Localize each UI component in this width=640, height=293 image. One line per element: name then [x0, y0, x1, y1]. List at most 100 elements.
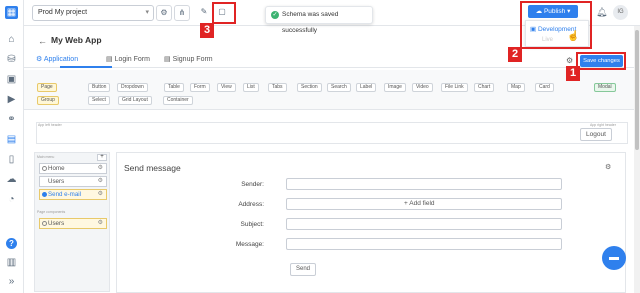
annotation-box-1 — [576, 52, 626, 70]
side-menu-heading: Main menu — [37, 155, 55, 159]
annotation-label-1: 1 — [566, 66, 580, 81]
palette-item[interactable]: Table — [164, 83, 184, 92]
component-users[interactable]: Users ⚙ — [39, 218, 107, 229]
help-icon[interactable]: ? — [6, 238, 17, 249]
gear-icon[interactable]: ⚙ — [98, 219, 103, 228]
palette-item[interactable]: Group — [37, 96, 59, 105]
palette-item[interactable]: Card — [535, 83, 554, 92]
toast-message: Schema was saved successfully — [282, 11, 339, 34]
edit-button[interactable]: ✎ — [196, 5, 212, 21]
menu-item-label: Home — [48, 165, 65, 172]
tab-application[interactable]: ⚙ Application — [36, 55, 78, 63]
form-title: Send message — [124, 163, 181, 173]
component-label: Users — [48, 220, 65, 227]
back-arrow-icon[interactable]: ← — [38, 36, 47, 46]
check-icon: ✓ — [271, 11, 279, 19]
page-components-heading: Page components — [37, 210, 66, 214]
gear-icon[interactable]: ⚙ — [98, 190, 103, 199]
active-tab-indicator — [60, 66, 112, 68]
gear-icon[interactable]: ⚙ — [98, 164, 103, 173]
tab-label: Application — [43, 56, 79, 63]
project-select[interactable]: Prod My project ▾ — [32, 5, 154, 21]
cloud-icon[interactable]: ☁ — [5, 173, 18, 186]
palette-item[interactable]: Search — [327, 83, 351, 92]
form-icon: ▤ — [164, 56, 173, 63]
palette-item[interactable]: Grid Layout — [118, 96, 152, 105]
palette-item[interactable]: Button — [88, 83, 111, 92]
link-icon[interactable]: ⚭ — [5, 113, 18, 126]
add-field-button[interactable]: + Add field — [404, 200, 435, 207]
bell-icon[interactable]: 🔔︎ — [596, 7, 607, 18]
layout-icon[interactable]: ▣ — [5, 73, 18, 86]
app-builder-icon[interactable]: ▤ — [5, 133, 18, 146]
send-button[interactable]: Send — [290, 263, 316, 276]
project-name: Prod My project — [38, 9, 88, 16]
docs-icon[interactable]: ▥ — [5, 256, 18, 269]
sender-label: Sender: — [241, 181, 264, 188]
tab-login-form[interactable]: ▤ Login Form — [106, 55, 150, 63]
palette-item[interactable]: Image — [384, 83, 406, 92]
tab-label: Signup Form — [172, 56, 213, 63]
share-icon: ⋔ — [178, 8, 186, 17]
circle-icon — [42, 221, 47, 226]
check-circle-icon — [42, 192, 47, 197]
right-header-label: App right header — [590, 123, 616, 127]
palette-item[interactable]: Section — [297, 83, 322, 92]
chat-icon[interactable]: ▬ — [602, 246, 626, 270]
gear-icon[interactable]: ⚙ — [566, 56, 573, 65]
menu-item-send-email[interactable]: Send e-mail ⚙ — [39, 189, 107, 200]
palette-item[interactable]: Chart — [474, 83, 495, 92]
menu-item-users[interactable]: Users ⚙ — [39, 176, 107, 187]
menu-item-label: Users — [48, 178, 65, 185]
palette-item[interactable]: Select — [88, 96, 110, 105]
palette-item[interactable]: Modal — [594, 83, 616, 92]
palette-item[interactable]: Dropdown — [117, 83, 148, 92]
gauge-icon[interactable]: ◔ — [5, 193, 18, 206]
subject-label: Subject: — [240, 221, 265, 228]
menu-item-home[interactable]: Home ⚙ — [39, 163, 107, 174]
tab-bar: ⚙ Application ▤ Login Form ▤ Signup Form — [24, 52, 640, 68]
subject-input[interactable] — [286, 218, 562, 230]
avatar[interactable]: IG — [613, 5, 628, 20]
page-title: My Web App — [51, 35, 102, 45]
mobile-icon[interactable]: ▯ — [5, 153, 18, 166]
palette-item[interactable]: Video — [412, 83, 433, 92]
play-icon[interactable]: ▶ — [5, 93, 18, 106]
message-input[interactable] — [286, 238, 562, 250]
expand-icon[interactable]: » — [5, 275, 18, 288]
app-header-area — [36, 122, 628, 144]
add-menu-item-button[interactable]: + — [97, 154, 107, 161]
database-icon[interactable]: ⛁ — [5, 53, 18, 66]
palette-item[interactable]: List — [243, 83, 259, 92]
palette-item[interactable]: Container — [163, 96, 193, 105]
palette-item[interactable]: File Link — [441, 83, 468, 92]
left-header-label: App left header — [38, 123, 62, 127]
gear-icon: ⚙ — [160, 8, 168, 17]
annotation-box-2 — [520, 1, 592, 49]
left-nav: ▦ ⌂ ⛁ ▣ ▶ ⚭ ▤ ▯ ☁ ◔ ? ▥ » — [0, 0, 24, 293]
address-label: Address: — [238, 201, 264, 208]
logout-button[interactable]: Logout — [580, 128, 612, 141]
scrollbar-thumb[interactable] — [635, 30, 639, 150]
gear-icon[interactable]: ⚙ — [98, 177, 103, 186]
palette-item[interactable]: Page — [37, 83, 57, 92]
settings-button[interactable]: ⚙ — [156, 5, 172, 21]
palette-item[interactable]: Form — [190, 83, 210, 92]
add-field-label: Add field — [409, 200, 435, 207]
palette-item[interactable]: Label — [356, 83, 377, 92]
home-icon[interactable]: ⌂ — [5, 33, 18, 46]
gear-icon[interactable]: ⚙ — [605, 163, 611, 171]
palette-item[interactable]: View — [217, 83, 236, 92]
form-icon: ▤ — [106, 56, 115, 63]
circle-icon — [42, 166, 47, 171]
palette-item[interactable]: Tabs — [268, 83, 287, 92]
annotation-label-3: 3 — [200, 23, 214, 38]
app-icon: ⚙ — [36, 56, 44, 63]
share-button[interactable]: ⋔ — [174, 5, 190, 21]
tab-signup-form[interactable]: ▤ Signup Form — [164, 55, 213, 63]
sender-input[interactable] — [286, 178, 562, 190]
logo-icon: ▦ — [5, 6, 18, 19]
palette-item[interactable]: Map — [507, 83, 525, 92]
message-label: Message: — [235, 241, 264, 248]
menu-item-label: Send e-mail — [48, 191, 82, 198]
